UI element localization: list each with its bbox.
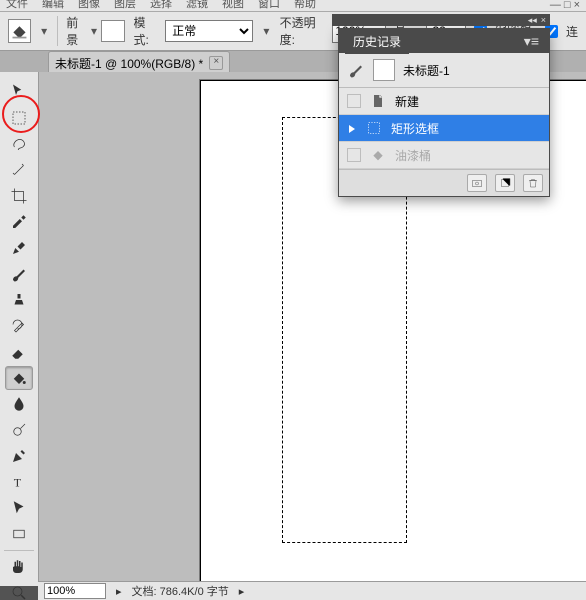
eyedropper-tool[interactable] bbox=[5, 210, 33, 234]
eraser-tool[interactable] bbox=[5, 340, 33, 364]
tool-preset-icon[interactable]: ▾ bbox=[39, 25, 49, 37]
crop-tool[interactable] bbox=[5, 184, 33, 208]
collapse-icon[interactable]: ◂◂ bbox=[528, 15, 537, 26]
history-list: 新建 矩形选框 油漆桶 bbox=[339, 88, 549, 169]
clone-stamp-tool[interactable] bbox=[5, 288, 33, 312]
brush-tool[interactable] bbox=[5, 262, 33, 286]
history-slot bbox=[347, 148, 361, 162]
history-slot bbox=[347, 94, 361, 108]
move-tool[interactable] bbox=[5, 80, 33, 104]
marquee-icon bbox=[365, 119, 383, 137]
panel-menu-icon[interactable]: ▾≡ bbox=[520, 33, 543, 50]
zoom-tool[interactable] bbox=[5, 581, 33, 600]
history-tab[interactable]: 历史记录 bbox=[345, 29, 409, 54]
chevron-right-icon[interactable]: ▸ bbox=[239, 585, 245, 598]
brush-icon bbox=[347, 61, 365, 79]
zoom-input[interactable] bbox=[44, 583, 106, 599]
mode-label: 模式: bbox=[133, 14, 157, 48]
history-label: 矩形选框 bbox=[391, 120, 439, 137]
dodge-tool[interactable] bbox=[5, 418, 33, 442]
rect-marquee-tool[interactable] bbox=[5, 106, 33, 130]
mode-dropdown[interactable]: 正常 bbox=[165, 20, 253, 42]
panel-collapse-strip[interactable]: ◂◂ × bbox=[332, 14, 550, 26]
chevron-down-icon: ▾ bbox=[261, 25, 271, 37]
status-bar: ▸ 文档: 786.4K/0 字节 ▸ bbox=[38, 581, 586, 600]
blur-tool[interactable] bbox=[5, 392, 33, 416]
magic-wand-tool[interactable] bbox=[5, 158, 33, 182]
history-brush-tool[interactable] bbox=[5, 314, 33, 338]
history-label: 新建 bbox=[395, 93, 419, 110]
panel-tabs: 历史记录 ▾≡ bbox=[339, 29, 549, 53]
hand-tool[interactable] bbox=[5, 555, 33, 579]
current-tool-icon[interactable] bbox=[8, 19, 31, 43]
chevron-right-icon[interactable]: ▸ bbox=[116, 585, 122, 598]
docinfo-label: 文档: 786.4K/0 字节 bbox=[132, 583, 229, 599]
new-doc-icon bbox=[369, 92, 387, 110]
trash-icon[interactable] bbox=[523, 174, 543, 192]
history-row-new[interactable]: 新建 bbox=[339, 88, 549, 115]
type-tool[interactable]: T bbox=[5, 470, 33, 494]
history-row-bucket[interactable]: 油漆桶 bbox=[339, 142, 549, 169]
snapshot-title: 未标题-1 bbox=[403, 62, 450, 79]
rectangle-tool[interactable] bbox=[5, 522, 33, 546]
history-panel: 历史记录 ▾≡ 未标题-1 新建 矩形选框 油漆桶 bbox=[338, 28, 550, 197]
new-layer-icon[interactable] bbox=[495, 174, 515, 192]
history-label: 油漆桶 bbox=[395, 147, 431, 164]
doc-tab[interactable]: 未标题-1 @ 100%(RGB/8) * × bbox=[48, 51, 230, 73]
history-row-marquee[interactable]: 矩形选框 bbox=[339, 115, 549, 142]
camera-icon[interactable] bbox=[467, 174, 487, 192]
close-icon[interactable]: × bbox=[209, 56, 223, 70]
tool-palette: T bbox=[0, 72, 39, 586]
doc-tab-title: 未标题-1 @ 100%(RGB/8) * bbox=[55, 55, 203, 72]
foreground-swatch[interactable] bbox=[101, 20, 125, 42]
close-panel-icon[interactable]: × bbox=[541, 15, 546, 25]
menubar: 文件编辑 图像图层 选择滤镜 视图窗口 帮助 — □ × bbox=[0, 0, 586, 12]
svg-text:T: T bbox=[14, 476, 22, 490]
paint-bucket-tool[interactable] bbox=[5, 366, 33, 390]
contiguous-label: 连 bbox=[566, 23, 578, 40]
foreground-label: 前景 bbox=[66, 14, 87, 48]
path-select-tool[interactable] bbox=[5, 496, 33, 520]
healing-brush-tool[interactable] bbox=[5, 236, 33, 260]
paint-bucket-icon bbox=[369, 146, 387, 164]
snapshot-thumb bbox=[373, 59, 395, 81]
current-step-icon bbox=[347, 123, 357, 133]
pen-tool[interactable] bbox=[5, 444, 33, 468]
fill-source-dropdown[interactable]: 前景 ▾ bbox=[66, 14, 125, 48]
history-snapshot[interactable]: 未标题-1 bbox=[339, 53, 549, 88]
panel-footer bbox=[339, 169, 549, 196]
lasso-tool[interactable] bbox=[5, 132, 33, 156]
opacity-label: 不透明度: bbox=[280, 14, 325, 48]
